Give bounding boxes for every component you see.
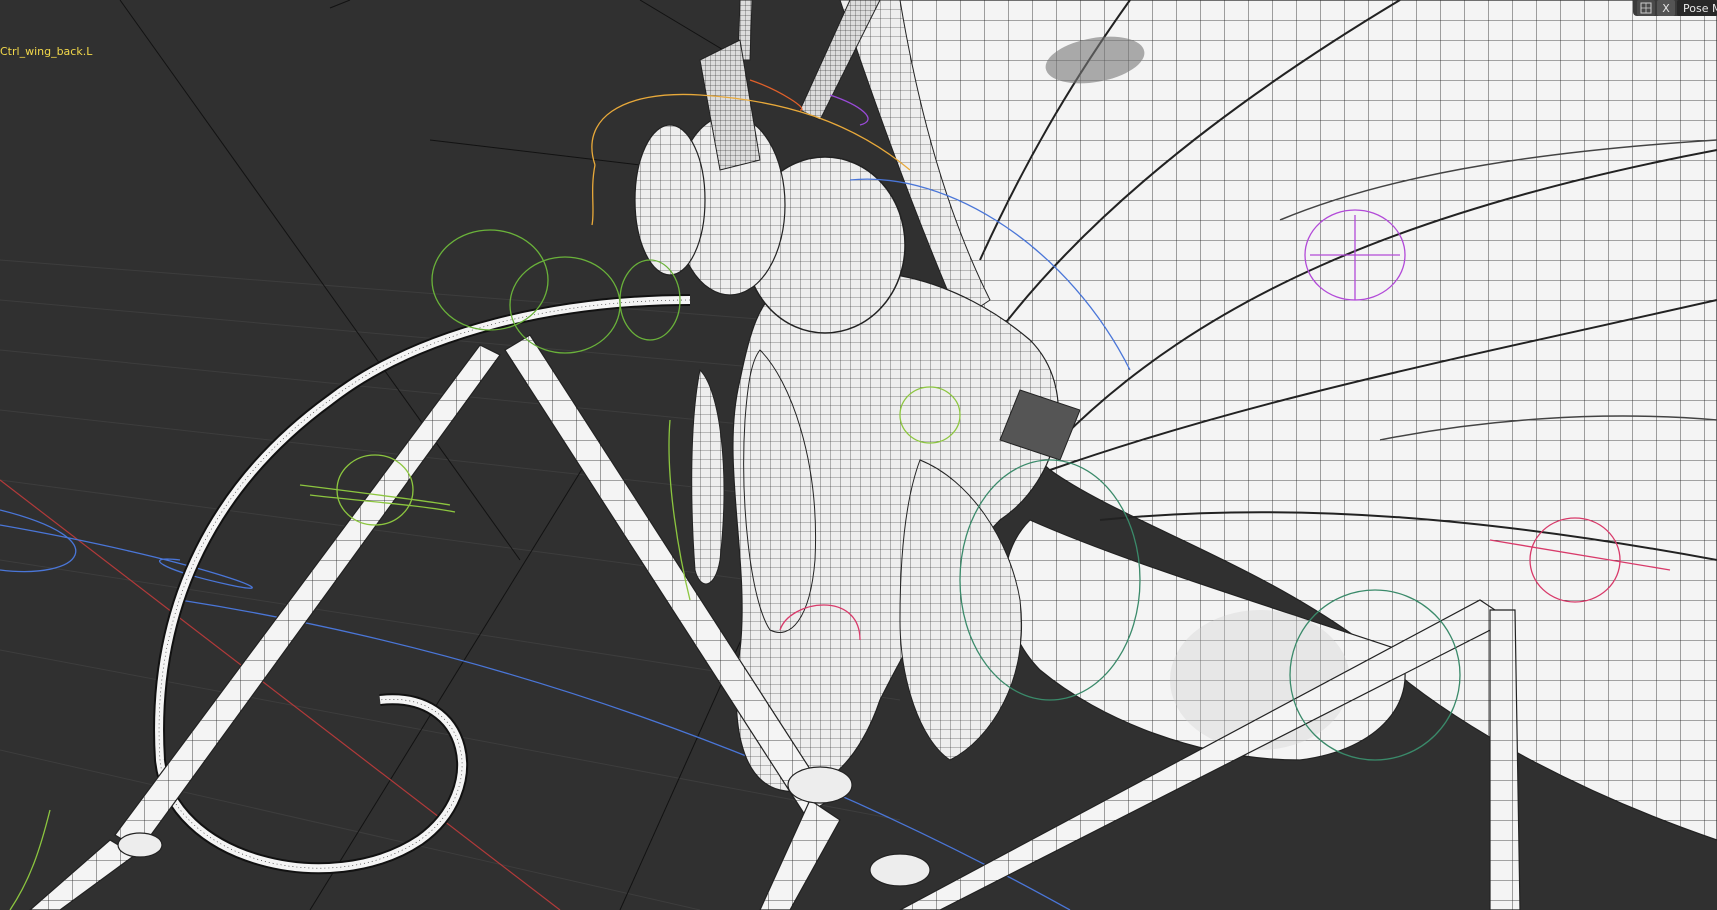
proboscis-mesh — [153, 294, 691, 875]
mirror-x-button[interactable]: X — [1657, 0, 1675, 16]
scene-render[interactable] — [0, 0, 1717, 910]
mode-selector[interactable]: Pose M — [1677, 0, 1717, 16]
3d-viewport[interactable]: Ctrl_wing_back.L X Pose M — [0, 0, 1717, 910]
x-axis-line — [0, 479, 561, 910]
snap-icon[interactable] — [1637, 0, 1655, 16]
antenna-mesh — [699, 0, 881, 171]
snap-icon-graphic — [1640, 2, 1652, 14]
viewport-header-tools: X Pose M — [1633, 0, 1717, 16]
active-object-name: Ctrl_wing_back.L — [0, 45, 93, 58]
